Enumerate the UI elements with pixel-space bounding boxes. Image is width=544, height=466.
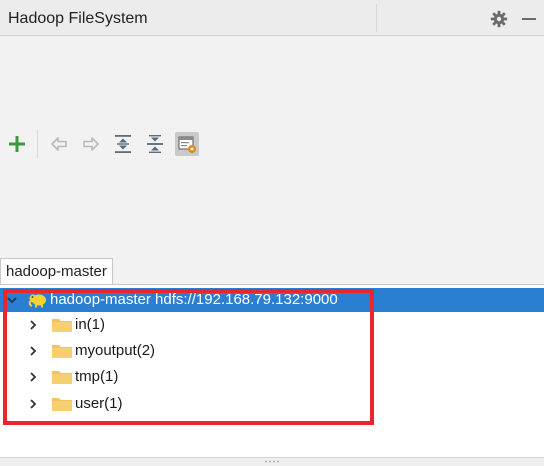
- tree-item-label: myoutput(2): [75, 342, 156, 359]
- minimize-icon[interactable]: [520, 10, 538, 28]
- panel-resize-handle[interactable]: [0, 457, 544, 466]
- panel-title: Hadoop FileSystem: [8, 10, 148, 27]
- add-icon[interactable]: [5, 132, 29, 156]
- chevron-down-icon[interactable]: [6, 294, 18, 306]
- header-divider: [376, 4, 377, 32]
- grip-icon: [265, 460, 279, 463]
- forward-icon[interactable]: [79, 132, 103, 156]
- collapse-all-icon[interactable]: [143, 132, 167, 156]
- tree-root-row[interactable]: hadoop-master hdfs://192.168.79.132:9000: [0, 288, 544, 312]
- folder-icon: [52, 398, 72, 411]
- toolbar-divider: [37, 130, 38, 158]
- folder-icon: [52, 371, 72, 384]
- hadoop-elephant-icon: [28, 294, 46, 308]
- tree-item-label: in(1): [75, 316, 106, 333]
- hdfs-tree: hadoop-master hdfs://192.168.79.132:9000…: [0, 285, 544, 457]
- tree-item-label: tmp(1): [75, 368, 119, 385]
- tree-root-label: hadoop-master hdfs://192.168.79.132:9000: [50, 291, 338, 308]
- tree-item-tmp[interactable]: tmp(1): [0, 365, 544, 389]
- tree-item-label: user(1): [75, 395, 123, 412]
- tree-item-user[interactable]: user(1): [0, 392, 544, 416]
- tree-item-in[interactable]: in(1): [0, 313, 544, 337]
- panel-header: Hadoop FileSystem: [0, 0, 544, 36]
- tab-strip: hadoop-master: [0, 258, 544, 285]
- folder-icon: [52, 345, 72, 358]
- gear-icon[interactable]: [490, 10, 508, 28]
- folder-icon: [52, 319, 72, 332]
- chevron-right-icon[interactable]: [27, 345, 39, 357]
- tree-item-myoutput[interactable]: myoutput(2): [0, 339, 544, 363]
- toolbar-area: [0, 36, 544, 258]
- chevron-right-icon[interactable]: [27, 319, 39, 331]
- chevron-right-icon[interactable]: [27, 371, 39, 383]
- back-icon[interactable]: [47, 132, 71, 156]
- show-options-icon[interactable]: [175, 132, 199, 156]
- tab-hadoop-master[interactable]: hadoop-master: [0, 258, 113, 284]
- expand-all-icon[interactable]: [111, 132, 135, 156]
- chevron-right-icon[interactable]: [27, 398, 39, 410]
